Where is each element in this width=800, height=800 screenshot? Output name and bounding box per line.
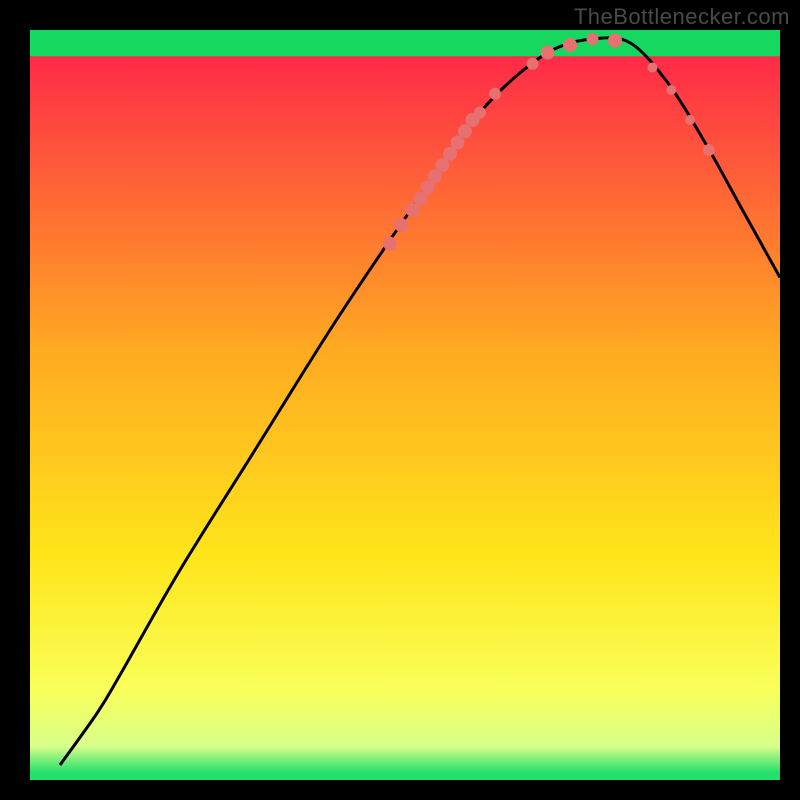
data-marker: [563, 38, 577, 52]
data-marker: [474, 107, 486, 119]
data-marker: [648, 63, 658, 73]
optimal-band: [30, 30, 780, 56]
bottleneck-chart: [0, 0, 800, 800]
data-marker: [666, 85, 676, 95]
data-marker: [608, 34, 622, 48]
data-marker: [394, 218, 408, 232]
data-marker: [703, 144, 715, 156]
data-marker: [489, 88, 501, 100]
data-marker: [685, 115, 695, 125]
data-marker: [541, 46, 555, 60]
gradient-background: [30, 30, 780, 780]
data-marker: [527, 58, 539, 70]
attribution-text: TheBottlenecker.com: [574, 4, 790, 30]
data-marker: [587, 33, 599, 45]
data-marker: [383, 237, 397, 251]
